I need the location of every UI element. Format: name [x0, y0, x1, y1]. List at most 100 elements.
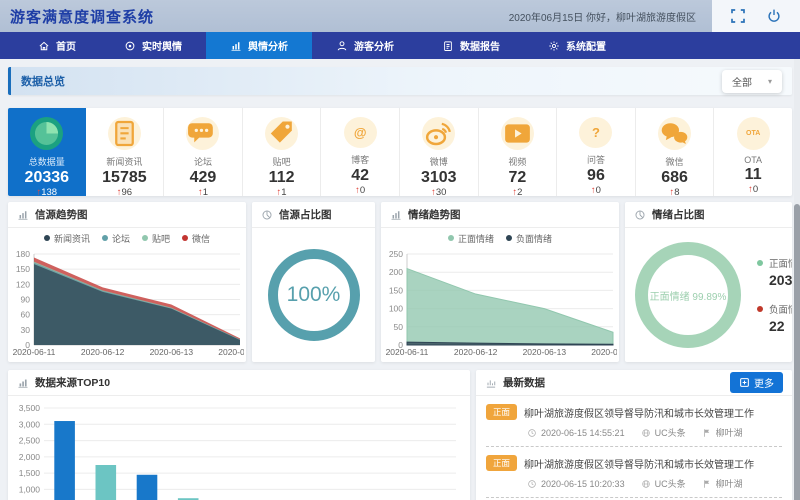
legend-item[interactable]: 正面情绪: [448, 232, 494, 245]
logout-icon[interactable]: [766, 8, 782, 24]
nav-item-label: 系统配置: [566, 38, 606, 53]
panel-title: 数据来源TOP10: [35, 375, 110, 390]
panel-header: 信源占比图: [252, 202, 375, 228]
filter-dropdown[interactable]: 全部 ▾: [722, 70, 782, 93]
panel-header: 情绪趋势图: [381, 202, 619, 228]
globe-icon: [641, 479, 651, 489]
pie-chart-icon: [634, 209, 646, 221]
nav-item-label: 游客分析: [354, 38, 394, 53]
stat-value: 42: [351, 167, 369, 185]
nav-item-chart[interactable]: 舆情分析: [206, 32, 312, 59]
legend-label: 微信: [192, 232, 210, 245]
sentiment-trend-chart: 0501001502002502020-06-112020-06-122020-…: [381, 248, 617, 358]
chat-icon: [186, 117, 219, 150]
svg-text:30: 30: [21, 325, 31, 335]
panel-title: 信源占比图: [279, 207, 332, 222]
stat-card-doc[interactable]: 新闻资讯15785↑96: [86, 108, 165, 196]
stat-value: 96: [587, 167, 605, 185]
stat-card-wechat[interactable]: 微信686↑8: [636, 108, 715, 196]
nav-item-user[interactable]: 游客分析: [312, 32, 418, 59]
topbar-right: 2020年06月15日 你好，柳叶湖旅游度假区: [509, 0, 800, 32]
svg-text:150: 150: [16, 264, 30, 274]
legend-item[interactable]: 新闻资讯: [44, 232, 90, 245]
bar-chart-icon: [17, 377, 29, 389]
source-share-body: 100%: [252, 228, 375, 362]
news-source: UC头条: [641, 426, 686, 439]
share-legend-item: 负面情绪22: [757, 302, 792, 334]
nav-item-gear[interactable]: 系统配置: [524, 32, 630, 59]
stat-label: 微信: [666, 155, 684, 168]
fullscreen-icon[interactable]: [730, 8, 746, 24]
panel-header: 情绪占比图: [625, 202, 792, 228]
panel-sentiment-share: 情绪占比图 正面情绪 99.89% 正面情绪20314负面情绪22: [625, 202, 792, 362]
trend-chart-icon: [390, 209, 402, 221]
nav-item-label: 首页: [56, 38, 76, 53]
svg-text:2020-06-12: 2020-06-12: [454, 347, 498, 357]
app-title: 游客满意度调查系统: [10, 6, 154, 27]
flag-icon: [702, 479, 712, 489]
legend-dot: [102, 235, 108, 241]
stat-card-question[interactable]: ?问答96↑0: [557, 108, 636, 196]
main-nav: 首页 实时舆情舆情分析 游客分析 数据报告 系统配置: [0, 32, 800, 59]
news-item[interactable]: 正面柳叶湖旅游度假区领导督导防汛和城市长效管理工作2020-06-15 14:5…: [486, 396, 782, 447]
legend-item[interactable]: 微信: [182, 232, 210, 245]
stat-label: 贴吧: [273, 155, 291, 168]
stat-card-tag[interactable]: 贴吧112↑1: [243, 108, 322, 196]
svg-text:2020-06-11: 2020-06-11: [13, 347, 56, 357]
stat-card-chat[interactable]: 论坛429↑1: [164, 108, 243, 196]
panel-source-trend: 信源趋势图 新闻资讯论坛贴吧微信 03060901201501802020-06…: [8, 202, 246, 362]
panel-latest-news: 最新数据 更多 正面柳叶湖旅游度假区领导督导防汛和城市长效管理工作2020-06…: [476, 370, 792, 500]
legend-label: 负面情绪: [769, 302, 792, 316]
legend-dot: [506, 235, 512, 241]
stat-value: 20336: [25, 169, 70, 187]
ota-icon: OTA: [737, 117, 770, 150]
stat-label: 新闻资讯: [106, 155, 142, 168]
more-button[interactable]: 更多: [730, 372, 783, 393]
svg-text:3,000: 3,000: [19, 419, 41, 429]
stat-card-pie[interactable]: 总数据量20336↑138: [8, 108, 86, 196]
svg-text:2020-06-13: 2020-06-13: [523, 347, 567, 357]
panel-header: 信源趋势图: [8, 202, 246, 228]
stat-delta: ↑8: [670, 187, 680, 196]
news-list: 正面柳叶湖旅游度假区领导督导防汛和城市长效管理工作2020-06-15 14:5…: [476, 396, 792, 500]
sentiment-share-legend: 正面情绪20314负面情绪22: [757, 256, 792, 334]
at-icon: @: [344, 117, 377, 148]
legend-label: 正面情绪: [769, 256, 792, 270]
stat-card-weibo[interactable]: 微博3103↑30: [400, 108, 479, 196]
svg-text:60: 60: [21, 310, 31, 320]
panel-header: 最新数据 更多: [476, 370, 792, 396]
news-title[interactable]: 柳叶湖旅游度假区领导督导防汛和城市长效管理工作: [524, 456, 782, 471]
news-item[interactable]: 正面柳叶湖旅游度假区领导督导防汛和城市长效管理工作2020-06-15 10:2…: [486, 447, 782, 498]
sentiment-share-body: 正面情绪 99.89% 正面情绪20314负面情绪22: [625, 228, 792, 362]
news-time: 2020-06-15 14:55:21: [527, 426, 625, 439]
user-icon: [336, 40, 348, 52]
legend-item[interactable]: 论坛: [102, 232, 130, 245]
news-title[interactable]: 柳叶湖旅游度假区领导督导防汛和城市长效管理工作: [524, 405, 782, 420]
more-button-label: 更多: [754, 375, 774, 390]
nav-item-target[interactable]: 实时舆情: [100, 32, 206, 59]
stat-label: 问答: [587, 153, 605, 166]
stat-card-ota[interactable]: OTAOTA11↑0: [714, 108, 792, 196]
charts-row: 信源趋势图 新闻资讯论坛贴吧微信 03060901201501802020-06…: [8, 202, 792, 362]
page-scrollbar[interactable]: [794, 59, 800, 500]
stat-value: 72: [508, 169, 526, 187]
donut-center-text: 100%: [268, 249, 360, 341]
scrollbar-thumb[interactable]: [794, 204, 800, 500]
nav-item-home[interactable]: 首页: [14, 32, 100, 59]
nav-item-report[interactable]: 数据报告: [418, 32, 524, 59]
panel-title: 情绪占比图: [652, 207, 705, 222]
stat-value: 686: [661, 169, 688, 187]
source-trend-chart: 03060901201501802020-06-112020-06-122020…: [8, 248, 244, 358]
stat-delta: ↑1: [198, 187, 208, 196]
top-sources-chart: 05001,0001,5002,0002,5003,0003,500新浪微博百家…: [8, 400, 464, 500]
legend-item[interactable]: 贴吧: [142, 232, 170, 245]
source-trend-legend: 新闻资讯 论坛贴吧 微信: [8, 228, 246, 248]
legend-label: 论坛: [112, 232, 130, 245]
legend-item[interactable]: 负面情绪: [506, 232, 552, 245]
stat-value: 429: [190, 169, 217, 187]
stat-card-video[interactable]: 视频72↑2: [479, 108, 558, 196]
stat-label: 博客: [351, 153, 369, 166]
stat-card-at[interactable]: @博客42↑0: [321, 108, 400, 196]
nav-item-label: 数据报告: [460, 38, 500, 53]
chart-icon: [230, 40, 242, 52]
